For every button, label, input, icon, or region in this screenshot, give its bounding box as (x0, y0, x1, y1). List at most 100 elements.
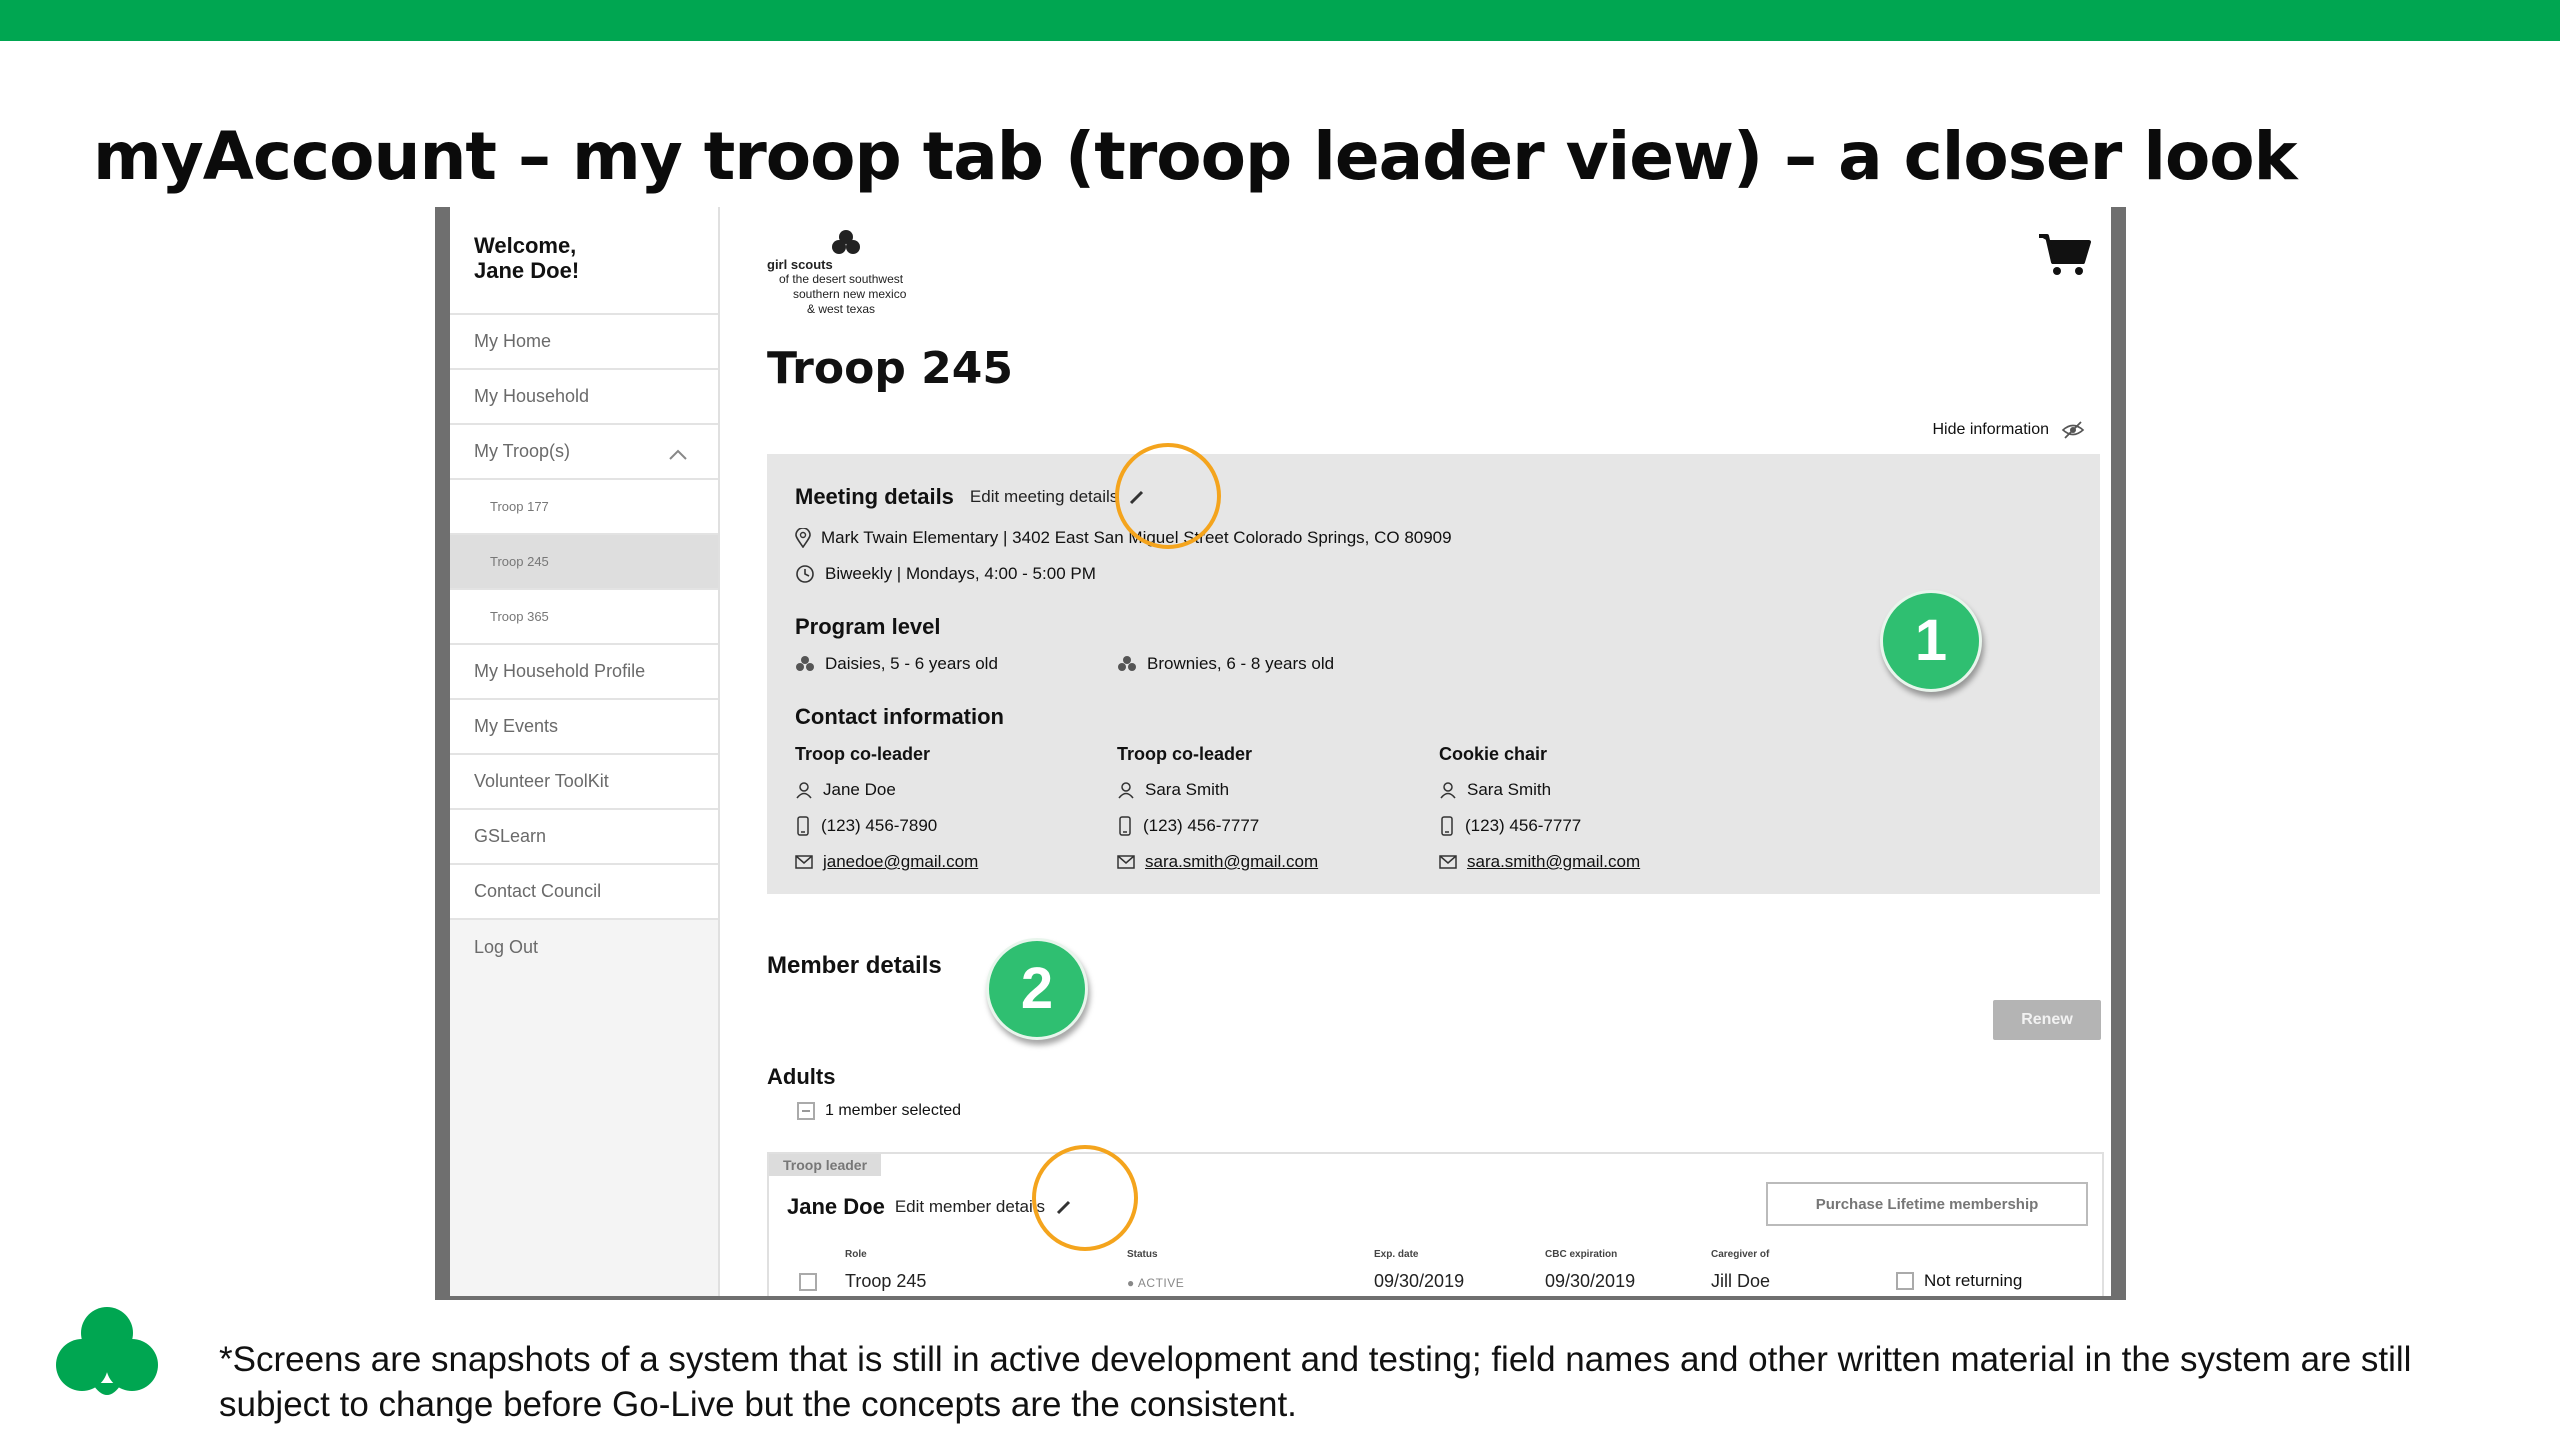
girl-scouts-logo[interactable]: girl scouts of the desert southwest sout… (767, 230, 907, 317)
disclaimer-text: *Screens are snapshots of a system that … (219, 1340, 2412, 1424)
nav-troop-245[interactable]: Troop 245 (450, 535, 718, 590)
clock-icon (796, 565, 814, 583)
program-heading: Program level (795, 614, 941, 639)
program-level-item: Brownies, 6 - 8 years old (1147, 654, 1335, 673)
nav-label: Troop 365 (490, 609, 549, 624)
contact-role: Cookie chair (1439, 744, 1548, 764)
program-level-item: Daisies, 5 - 6 years old (825, 654, 998, 673)
mail-icon (1439, 855, 1457, 869)
logo-brand: girl scouts (767, 257, 833, 272)
trefoil-small-icon (1118, 656, 1136, 671)
logo-line: southern new mexico (793, 287, 907, 301)
not-returning-label: Not returning (1924, 1271, 2023, 1290)
nav-log-out[interactable]: Log Out (450, 920, 718, 975)
cart-icon[interactable] (2037, 232, 2093, 283)
edit-meeting-link[interactable]: Edit meeting details (970, 487, 1118, 507)
user-icon (1118, 782, 1134, 799)
selected-count: 1 member selected (825, 1102, 962, 1119)
contact-phone: (123) 456-7890 (821, 816, 938, 835)
callout-badge-1: 1 (1880, 590, 1982, 692)
contact-name: Sara Smith (1145, 780, 1230, 799)
edit-member-link[interactable]: Edit member details (895, 1197, 1045, 1217)
eye-slash-icon (2061, 421, 2085, 439)
member-role-tag: Troop leader (769, 1154, 882, 1176)
member-exp-date: 09/30/2019 (1374, 1271, 1465, 1291)
hide-information-toggle[interactable]: Hide information (1933, 421, 2086, 439)
nav-label: Troop 245 (490, 554, 549, 569)
col-header-role: Role (845, 1249, 867, 1260)
trefoil-logo-icon (56, 1307, 158, 1395)
col-header-cbc: CBC expiration (1545, 1249, 1618, 1260)
troop-title: Troop 245 (767, 343, 1013, 394)
contact-phone: (123) 456-7777 (1465, 816, 1582, 835)
member-card: Troop leader Jane Doe Edit member detail… (767, 1152, 2104, 1296)
purchase-lifetime-button[interactable]: Purchase Lifetime membership (1766, 1182, 2088, 1226)
contact-heading: Contact information (795, 704, 1004, 729)
location-pin-icon (795, 528, 811, 548)
nav-label: Troop 177 (490, 499, 549, 514)
member-role: Troop 245 (845, 1271, 927, 1291)
adults-heading: Adults (767, 1064, 836, 1089)
nav-troop-177[interactable]: Troop 177 (450, 480, 718, 535)
col-header-caregiver: Caregiver of (1711, 1249, 1770, 1260)
hide-info-label: Hide information (1932, 421, 2050, 438)
member-cbc-date: 09/30/2019 (1545, 1271, 1636, 1291)
meeting-schedule: Biweekly | Mondays, 4:00 - 5:00 PM (825, 564, 1096, 583)
mail-icon (795, 855, 813, 869)
nav-label: My Household (474, 386, 590, 406)
trefoil-small-icon (796, 656, 814, 671)
contact-email-link[interactable]: sara.smith@gmail.com (1467, 852, 1640, 872)
top-accent-bar (0, 0, 2560, 41)
contact-phone: (123) 456-7777 (1143, 816, 1260, 835)
member-caregiver: Jill Doe (1711, 1271, 1771, 1291)
contact-name: Jane Doe (823, 780, 896, 799)
nav-label: My Household Profile (474, 661, 646, 681)
nav-label: Volunteer ToolKit (474, 771, 609, 791)
nav-my-events[interactable]: My Events (450, 700, 718, 755)
nav-gslearn[interactable]: GSLearn (450, 810, 718, 865)
sidebar: Welcome, Jane Doe! My Home My Household … (450, 207, 720, 1296)
contact-email-link[interactable]: sara.smith@gmail.com (1145, 852, 1318, 872)
status-badge: ● ACTIVE (1127, 1276, 1185, 1290)
col-header-status: Status (1127, 1249, 1158, 1260)
logo-line: & west texas (807, 302, 876, 316)
user-icon (796, 782, 812, 799)
renew-button[interactable]: Renew (1993, 1000, 2101, 1040)
phone-icon (1119, 816, 1131, 836)
contact-name: Sara Smith (1467, 780, 1552, 799)
screenshot-frame: Welcome, Jane Doe! My Home My Household … (435, 207, 2126, 1300)
not-returning-checkbox[interactable] (1896, 1272, 1914, 1290)
nav-label: Contact Council (474, 881, 602, 901)
chevron-up-icon[interactable] (668, 445, 688, 466)
nav-volunteer-toolkit[interactable]: Volunteer ToolKit (450, 755, 718, 810)
nav-label: My Troop(s) (474, 441, 571, 461)
slide-title: myAccount – my troop tab (troop leader v… (93, 118, 2298, 195)
nav-my-home[interactable]: My Home (450, 315, 718, 370)
nav-contact-council[interactable]: Contact Council (450, 865, 718, 920)
callout-badge-2: 2 (986, 938, 1088, 1040)
highlight-ring-edit-member (1032, 1145, 1138, 1251)
phone-icon (1441, 816, 1453, 836)
member-row-checkbox[interactable] (799, 1273, 817, 1291)
col-header-exp: Exp. date (1374, 1249, 1419, 1260)
status-text: ACTIVE (1137, 1276, 1185, 1290)
trefoil-icon (832, 230, 860, 254)
logo-line: of the desert southwest (779, 272, 904, 286)
contact-role: Troop co-leader (1117, 744, 1253, 764)
nav-label: GSLearn (474, 826, 547, 846)
nav-label: My Home (474, 331, 552, 351)
contact-email-link[interactable]: janedoe@gmail.com (823, 852, 978, 872)
nav-label: My Events (474, 716, 559, 736)
nav-troop-365[interactable]: Troop 365 (450, 590, 718, 645)
member-name: Jane Doe (787, 1194, 885, 1219)
highlight-ring-edit-meeting (1115, 443, 1221, 549)
select-all-checkbox[interactable] (797, 1102, 815, 1120)
phone-icon (797, 816, 809, 836)
nav-my-household[interactable]: My Household (450, 370, 718, 425)
member-details-heading: Member details (767, 952, 942, 979)
nav-household-profile[interactable]: My Household Profile (450, 645, 718, 700)
nav-label: Log Out (474, 937, 539, 957)
user-icon (1440, 782, 1456, 799)
contact-role: Troop co-leader (795, 744, 931, 764)
nav-my-troops[interactable]: My Troop(s) (450, 425, 718, 480)
